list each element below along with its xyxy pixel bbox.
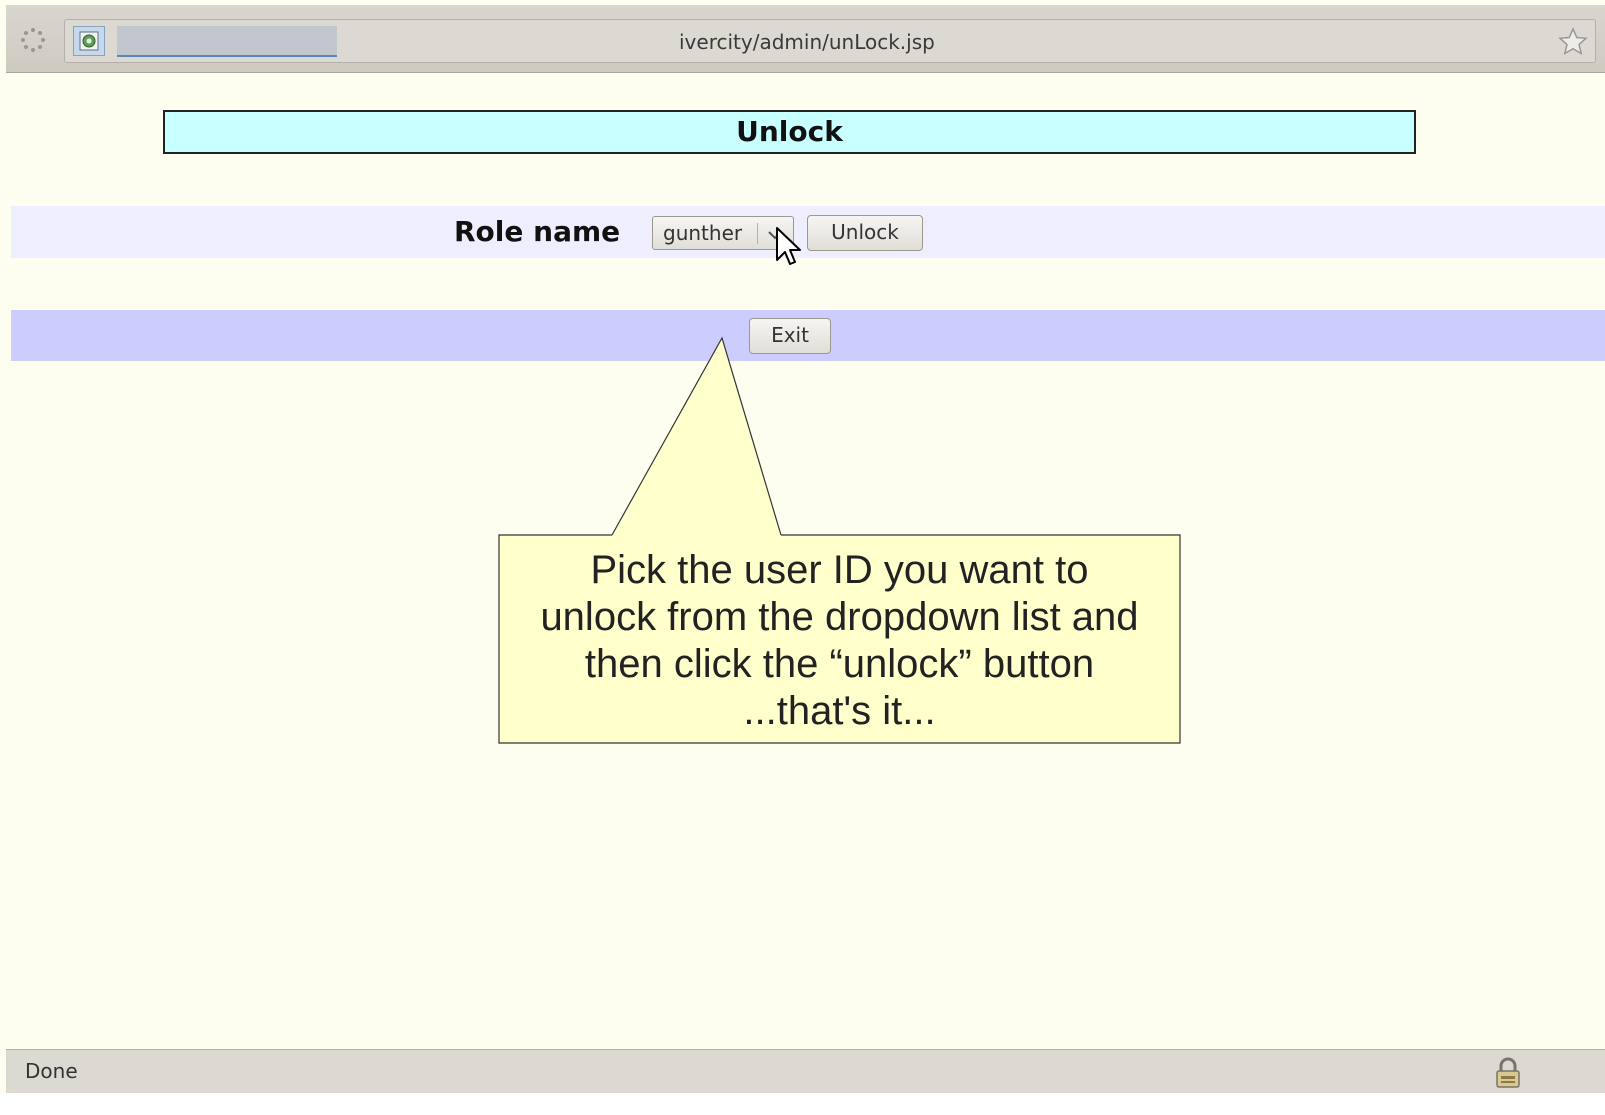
browser-window: ivercity/admin/unLock.jsp Unlock Role na…	[0, 0, 1605, 1115]
role-name-label: Role name	[454, 215, 621, 248]
loading-spinner-icon	[21, 28, 45, 52]
status-bar: Done	[6, 1049, 1605, 1094]
role-row: Role name gunther Unlock	[11, 206, 1605, 258]
site-icon[interactable]	[73, 26, 105, 56]
callout-text: Pick the user ID you want to unlock from…	[499, 547, 1180, 735]
lock-icon[interactable]	[1492, 1056, 1524, 1090]
exit-button[interactable]: Exit	[749, 318, 831, 354]
role-label-cell: Role name	[11, 206, 641, 258]
callout-line: Pick the user ID you want to	[590, 548, 1089, 592]
callout-line: then click the “unlock” button	[584, 642, 1095, 686]
bookmark-star-icon[interactable]	[1557, 26, 1589, 58]
page-title: Unlock	[163, 110, 1416, 154]
address-bar[interactable]: ivercity/admin/unLock.jsp	[64, 19, 1596, 63]
role-name-select[interactable]: gunther	[652, 216, 794, 250]
window-bottom-edge	[0, 1093, 1605, 1115]
exit-row: Exit	[11, 310, 1605, 361]
select-separator	[757, 223, 758, 244]
browser-toolbar: ivercity/admin/unLock.jsp	[6, 5, 1605, 73]
status-text: Done	[25, 1059, 78, 1083]
callout-line: ...that's it...	[743, 689, 936, 733]
mouse-cursor-icon	[776, 227, 801, 265]
role-select-value: gunther	[663, 221, 743, 245]
callout-line: unlock from the dropdown list and	[540, 595, 1139, 639]
unlock-button[interactable]: Unlock	[807, 215, 923, 251]
url-text[interactable]: ivercity/admin/unLock.jsp	[679, 30, 935, 54]
address-bar-selection	[117, 26, 337, 57]
